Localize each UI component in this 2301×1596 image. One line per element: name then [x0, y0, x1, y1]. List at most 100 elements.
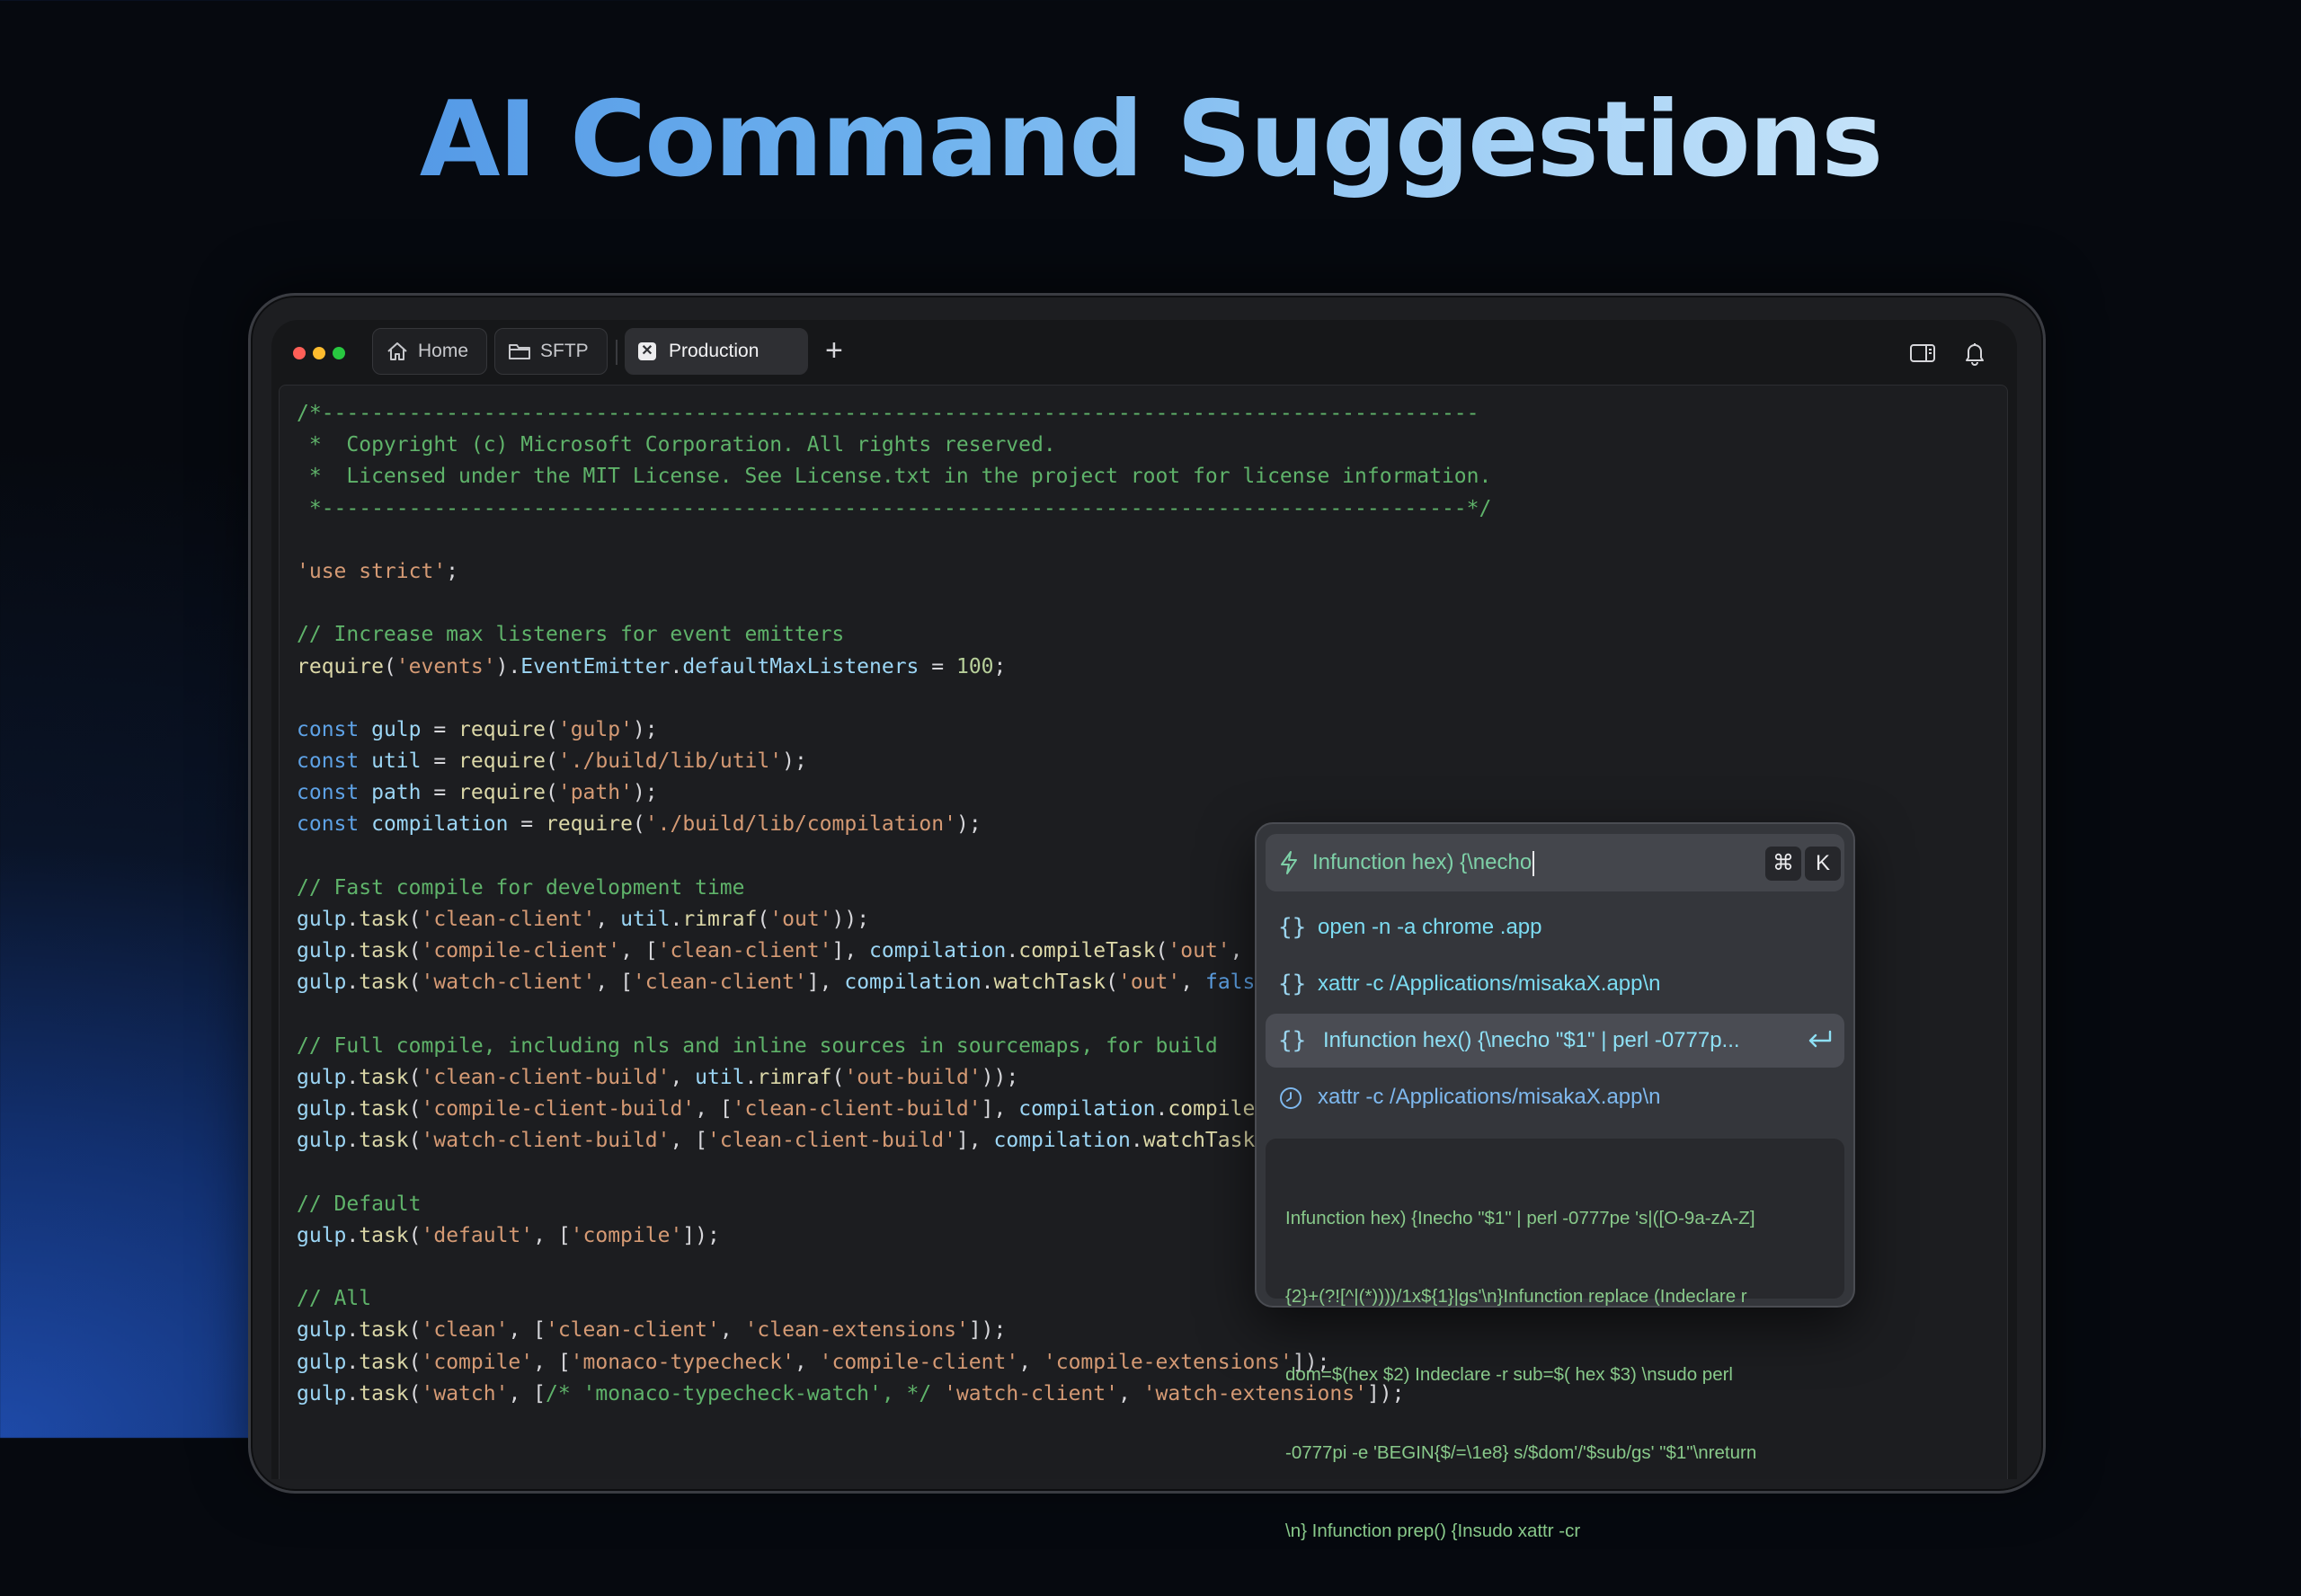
- preview-line: Infunction hex) {Inecho "$1" | perl -077…: [1285, 1208, 1755, 1228]
- code-token: (: [757, 908, 770, 931]
- code-token: .: [1130, 1129, 1143, 1153]
- code-token: ,: [1117, 1381, 1143, 1405]
- code-token: 'clean-extensions': [744, 1318, 969, 1343]
- code-token: require: [297, 654, 384, 678]
- code-token: (: [632, 812, 645, 837]
- window-minimize-button[interactable]: [313, 347, 325, 359]
- code-token: =: [919, 654, 956, 678]
- command-input[interactable]: Infunction hex) {\necho ⌘ K: [1266, 834, 1844, 891]
- code-token: gulp: [371, 717, 422, 741]
- code-token: ,: [1018, 1350, 1044, 1374]
- code-token: 'out': [1118, 971, 1181, 995]
- sidebar-toggle-icon: [1910, 344, 1935, 362]
- preview-line: dom=$(hex $2) Indeclare -r sub=$( hex $3…: [1285, 1364, 1733, 1385]
- code-token: require: [545, 812, 633, 837]
- suggestion-item[interactable]: {} xattr -c /Applications/misakaX.app\n: [1266, 957, 1844, 1011]
- code-token: gulp: [297, 1223, 347, 1247]
- code-token: .: [346, 1223, 360, 1247]
- new-tab-button[interactable]: +: [825, 332, 843, 368]
- code-token: 'clean-client': [421, 908, 596, 931]
- code-token: 'out': [1168, 939, 1230, 963]
- code-token: ,: [1180, 971, 1205, 995]
- code-token: require: [458, 749, 546, 774]
- code-token: * Copyright (c) Microsoft Corporation. A…: [297, 433, 1056, 457]
- code-token: const: [297, 717, 360, 741]
- code-token: (: [1155, 939, 1168, 963]
- code-token: gulp: [297, 908, 347, 931]
- code-token: , [: [695, 1097, 733, 1122]
- code-token: (: [408, 1097, 422, 1122]
- code-token: , [: [670, 1129, 707, 1153]
- code-token: , [: [595, 971, 633, 995]
- window-close-button[interactable]: [293, 347, 306, 359]
- code-line: require('events').EventEmitter.defaultMa…: [297, 652, 2007, 683]
- code-token: (: [408, 1129, 422, 1153]
- code-token: .: [981, 971, 994, 995]
- code-token: util: [695, 1065, 745, 1089]
- code-token: /*--------------------------------------…: [297, 402, 1479, 425]
- folder-icon: [509, 344, 530, 359]
- code-token: (: [831, 1065, 845, 1089]
- code-token: .: [346, 1129, 360, 1153]
- suggestion-item-history[interactable]: xattr -c /Applications/misakaX.app\n: [1266, 1070, 1844, 1124]
- code-token: (: [408, 939, 422, 963]
- code-token: rimraf: [682, 908, 758, 931]
- code-line: // Increase max listeners for event emit…: [297, 619, 2007, 651]
- tab-divider: [616, 340, 617, 365]
- sidebar-toggle-button[interactable]: [1907, 338, 1938, 368]
- code-token: ],: [831, 939, 870, 963]
- code-token: (: [545, 717, 558, 741]
- title-bar: Home SFTP ✕ Production +: [271, 320, 2017, 383]
- code-token: .: [346, 908, 360, 931]
- code-token: .: [346, 1350, 360, 1374]
- code-token: ,: [1230, 939, 1256, 963]
- code-token: gulp: [297, 939, 347, 963]
- close-icon[interactable]: ✕: [638, 342, 656, 360]
- code-token: compile: [1168, 1097, 1256, 1122]
- code-token: , [: [620, 939, 658, 963]
- code-token: 'compile-client': [421, 939, 621, 963]
- code-token: 'events': [395, 654, 496, 678]
- notifications-button[interactable]: [1959, 338, 1990, 368]
- code-token: gulp: [297, 1318, 347, 1343]
- code-token: (: [408, 908, 422, 931]
- code-token: task: [359, 1129, 409, 1153]
- code-token: task: [359, 1223, 409, 1247]
- window-maximize-button[interactable]: [333, 347, 345, 359]
- lightning-bolt-icon: [1281, 851, 1297, 874]
- code-token: ).: [495, 654, 521, 678]
- code-token: 'watch-client': [421, 971, 596, 995]
- code-token: util: [620, 908, 671, 931]
- suggestion-item-selected[interactable]: {} Infunction hex() {\necho "$1" | perl …: [1266, 1014, 1844, 1068]
- code-token: task: [359, 1318, 409, 1343]
- code-token: (: [408, 1223, 422, 1247]
- tab-sftp[interactable]: SFTP: [494, 328, 608, 375]
- code-token: util: [371, 749, 422, 774]
- tab-home[interactable]: Home: [372, 328, 487, 375]
- code-token: .: [1155, 1097, 1168, 1122]
- house-icon: [387, 342, 407, 360]
- tab-production[interactable]: ✕ Production: [625, 328, 808, 375]
- page-headline: AI Command Suggestions: [0, 79, 2301, 200]
- code-token: (: [408, 1350, 422, 1374]
- code-token: fals: [1204, 971, 1256, 995]
- code-token: 'compile': [570, 1223, 683, 1247]
- code-token: ]);: [968, 1318, 1007, 1343]
- code-token: =: [421, 717, 459, 741]
- suggestion-item[interactable]: {} open -n -a chrome .app: [1266, 900, 1844, 954]
- code-token: * Licensed under the MIT License. See Li…: [297, 465, 1492, 489]
- curly-braces-icon: {}: [1278, 914, 1307, 941]
- code-token: 'out': [769, 908, 832, 931]
- code-token: require: [458, 717, 546, 741]
- code-token: *---------------------------------------…: [297, 496, 1492, 520]
- code-token: compileTask: [1018, 939, 1156, 963]
- code-token: task: [359, 1350, 409, 1374]
- code-token: const: [297, 781, 360, 805]
- code-token: const: [297, 749, 360, 774]
- code-token: defaultMaxListeners: [682, 654, 920, 678]
- code-line: const util = require('./build/lib/util')…: [297, 746, 2007, 777]
- code-token: , [: [533, 1350, 571, 1374]
- code-token: ,: [670, 1065, 696, 1089]
- code-token: ],: [981, 1097, 1019, 1122]
